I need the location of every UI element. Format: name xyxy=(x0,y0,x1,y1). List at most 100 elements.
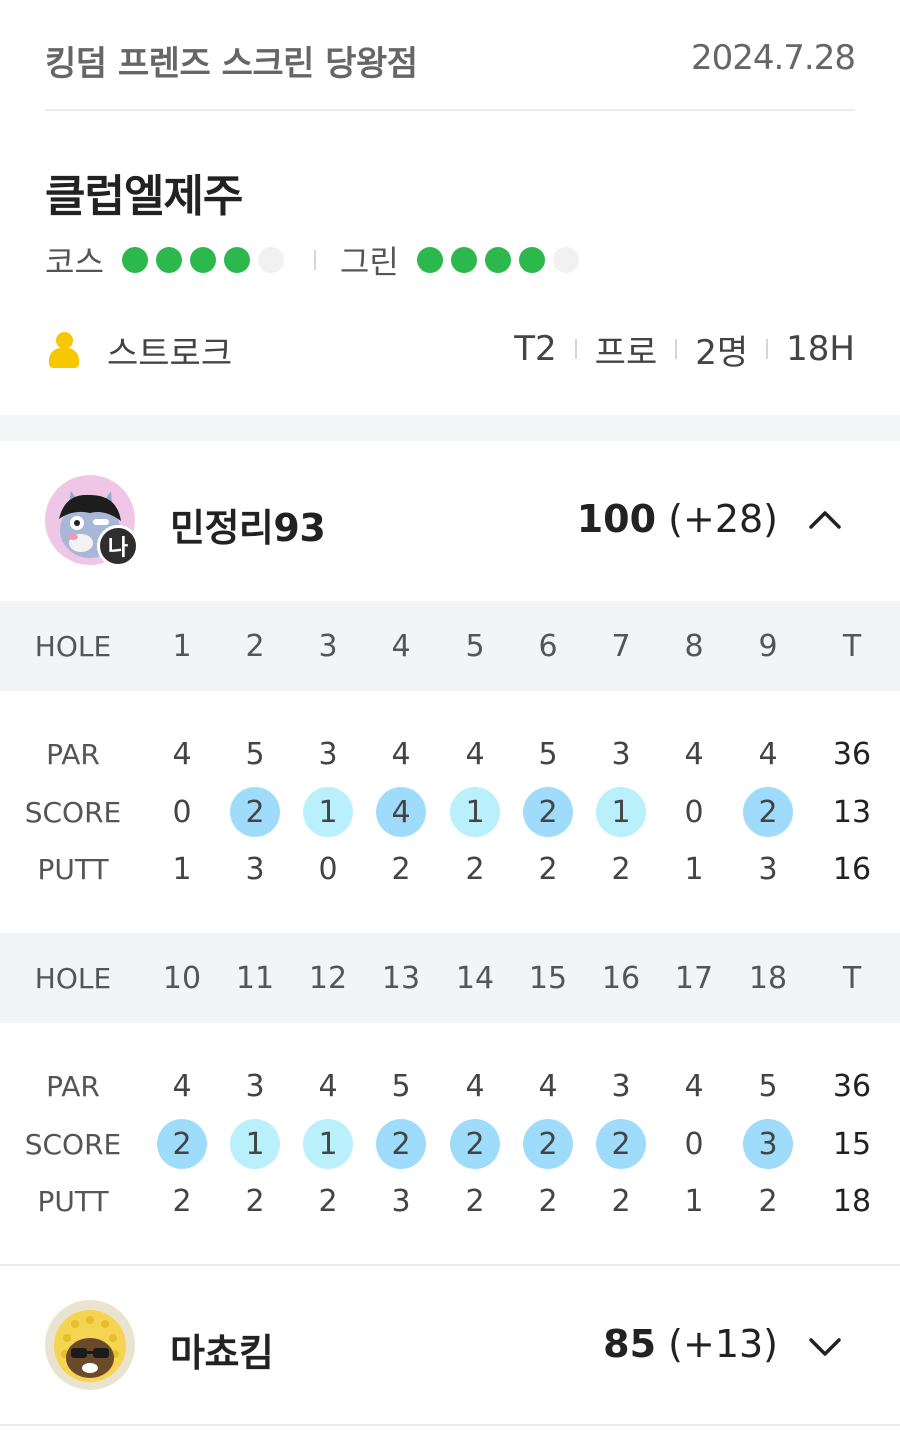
par-label: PAR xyxy=(46,1069,100,1103)
player-header-2[interactable]: 마쵸킴 85 (+13) xyxy=(0,1285,900,1405)
score-total: 15 xyxy=(832,1126,872,1162)
total-column-label: T xyxy=(842,628,862,664)
putt-value: 1 xyxy=(684,1183,704,1219)
score-cell: 2 xyxy=(516,1115,580,1173)
score-value: 3 xyxy=(743,1119,793,1169)
par-value: 5 xyxy=(391,1068,411,1104)
score-cell: 2 xyxy=(443,1115,507,1173)
avatar-image xyxy=(45,1300,135,1390)
hole-number: 2 xyxy=(245,628,265,664)
level-info: 프로 xyxy=(594,332,658,373)
score-cell: 2 xyxy=(369,1115,433,1173)
avatar: 나 xyxy=(45,475,139,567)
par-value: 4 xyxy=(758,736,778,772)
putt-value: 0 xyxy=(318,851,338,887)
rating-dot-filled xyxy=(155,247,182,273)
divider xyxy=(0,1424,900,1426)
hole-number: 12 xyxy=(308,960,348,996)
player-header-1[interactable]: 나 민정리93 100 (+28) xyxy=(0,460,900,580)
putt-value: 2 xyxy=(391,851,411,887)
score-value: 1 xyxy=(303,787,353,837)
divider xyxy=(574,339,577,359)
hole-number: 14 xyxy=(455,960,495,996)
course-ratings: 코스 그린 xyxy=(45,240,587,281)
hole-number: 18 xyxy=(748,960,788,996)
score-cell: 1 xyxy=(296,783,360,841)
divider xyxy=(675,339,678,359)
par-value: 4 xyxy=(684,736,704,772)
putt-value: 2 xyxy=(245,1183,265,1219)
rating-dot-empty xyxy=(552,247,579,273)
par-value: 3 xyxy=(318,736,338,772)
total-strokes: 85 xyxy=(603,1322,657,1366)
par-value: 4 xyxy=(391,736,411,772)
par-total: 36 xyxy=(832,1068,872,1104)
par-value: 4 xyxy=(684,1068,704,1104)
chevron-down-icon[interactable] xyxy=(808,1330,842,1364)
putt-value: 3 xyxy=(758,851,778,887)
course-name: 클럽엘제주 xyxy=(45,171,243,222)
hole-number: 13 xyxy=(381,960,421,996)
putt-value: 1 xyxy=(172,851,192,887)
par-total: 36 xyxy=(832,736,872,772)
par-row-front: PAR 4 5 3 4 4 5 3 4 4 36 xyxy=(0,725,900,783)
green-rating-label: 그린 xyxy=(339,243,399,281)
hole-header-row-back: HOLE 10 11 12 13 14 15 16 17 18 T xyxy=(0,933,900,1023)
par-value: 5 xyxy=(245,736,265,772)
par-value: 3 xyxy=(245,1068,265,1104)
divider xyxy=(313,250,316,270)
score-value: 4 xyxy=(376,787,426,837)
par-value: 3 xyxy=(611,736,631,772)
score-cell: 0 xyxy=(662,783,726,841)
putt-value: 2 xyxy=(611,1183,631,1219)
game-info-row: 스트로크 T2 프로 2명 18H xyxy=(45,326,855,374)
green-rating-dots xyxy=(416,247,587,273)
score-cell: 0 xyxy=(150,783,214,841)
total-strokes: 100 xyxy=(576,497,657,541)
hole-number: 8 xyxy=(684,628,704,664)
score-cell: 2 xyxy=(589,1115,653,1173)
score-label: SCORE xyxy=(24,795,122,829)
par-row-back: PAR 4 3 4 5 4 4 3 4 5 36 xyxy=(0,1057,900,1115)
rating-dot-filled xyxy=(189,247,216,273)
score-cell: 2 xyxy=(736,783,800,841)
score-cell: 3 xyxy=(736,1115,800,1173)
putt-value: 2 xyxy=(538,1183,558,1219)
hole-number: 1 xyxy=(172,628,192,664)
par-value: 4 xyxy=(318,1068,338,1104)
putt-total: 16 xyxy=(832,851,872,887)
hole-number: 6 xyxy=(538,628,558,664)
rating-dot-filled xyxy=(518,247,545,273)
par-value: 4 xyxy=(465,736,485,772)
score-value: 2 xyxy=(523,1119,573,1169)
putt-value: 2 xyxy=(465,851,485,887)
hole-number: 9 xyxy=(758,628,778,664)
hole-number: 7 xyxy=(611,628,631,664)
rating-dot-filled xyxy=(484,247,511,273)
hole-number: 10 xyxy=(162,960,202,996)
putt-value: 3 xyxy=(245,851,265,887)
rating-dot-filled xyxy=(450,247,477,273)
score-cell: 1 xyxy=(223,1115,287,1173)
score-to-par: (+13) xyxy=(668,1322,778,1366)
course-rating-label: 코스 xyxy=(45,243,104,281)
par-value: 4 xyxy=(172,1068,192,1104)
par-value: 3 xyxy=(611,1068,631,1104)
player-name: 마쵸킴 xyxy=(170,1331,274,1375)
par-value: 4 xyxy=(465,1068,485,1104)
chevron-up-icon[interactable] xyxy=(808,503,842,537)
hole-count: 18H xyxy=(786,329,855,369)
score-value: 2 xyxy=(596,1119,646,1169)
score-value: 0 xyxy=(684,794,704,830)
rating-dot-filled xyxy=(223,247,250,273)
putt-value: 2 xyxy=(172,1183,192,1219)
hole-label: HOLE xyxy=(34,961,112,995)
putt-row-back: PUTT 2 2 2 3 2 2 2 1 2 18 xyxy=(0,1172,900,1230)
putt-value: 3 xyxy=(391,1183,411,1219)
score-value: 2 xyxy=(230,787,280,837)
game-mode: 스트로크 xyxy=(107,334,233,374)
rating-dot-filled xyxy=(416,247,443,273)
putt-value: 2 xyxy=(538,851,558,887)
score-value: 0 xyxy=(684,1126,704,1162)
course-rating-dots xyxy=(121,247,292,273)
